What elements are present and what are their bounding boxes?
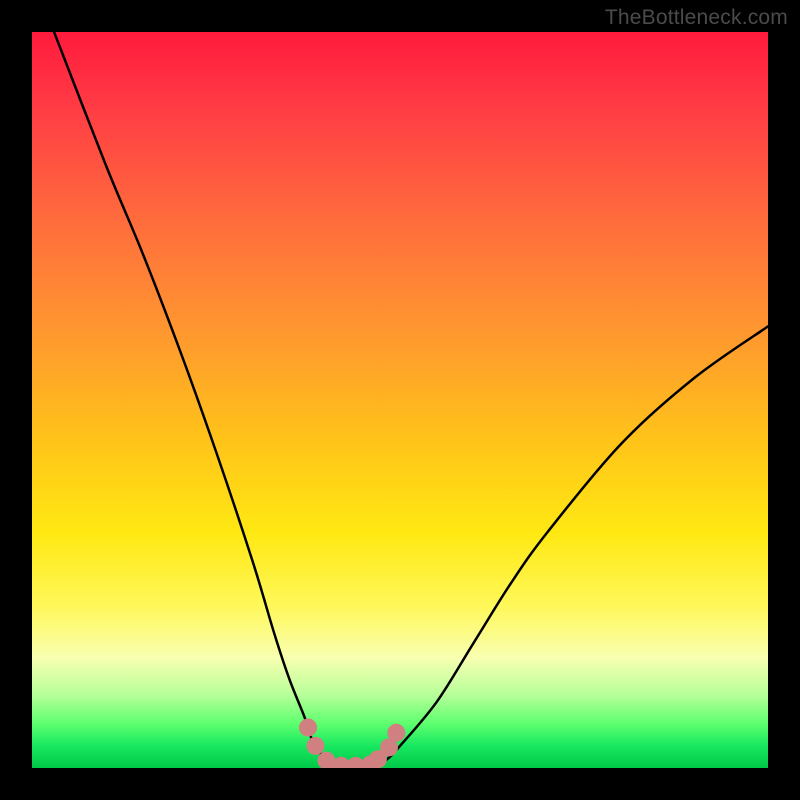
curve-floor-dots <box>299 719 405 769</box>
trough-dot <box>299 719 317 737</box>
chart-frame: TheBottleneck.com <box>0 0 800 800</box>
trough-dot <box>387 724 405 742</box>
curve-layer <box>32 32 768 768</box>
trough-dot <box>306 737 324 755</box>
plot-area <box>32 32 768 768</box>
bottleneck-curve <box>54 32 768 768</box>
watermark-text: TheBottleneck.com <box>605 6 788 30</box>
